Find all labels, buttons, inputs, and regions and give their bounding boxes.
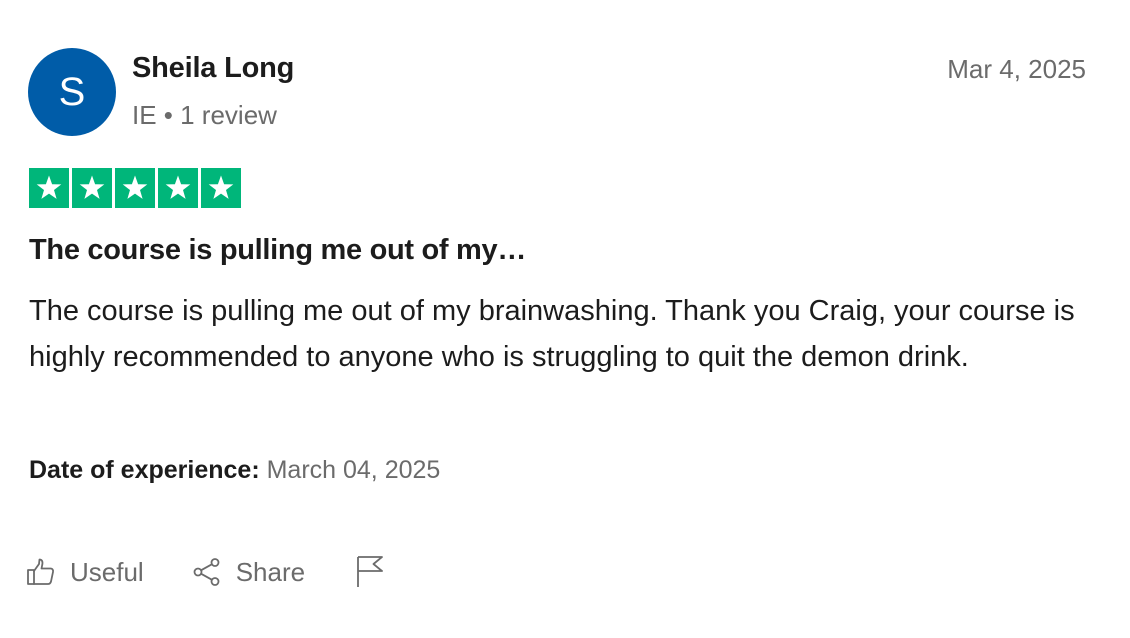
- review-title[interactable]: The course is pulling me out of my…: [29, 234, 526, 267]
- thumbs-up-icon: [27, 558, 55, 585]
- review-date: Mar 4, 2025: [947, 54, 1086, 84]
- review-card: S Sheila Long IE • 1 review Mar 4, 2025 …: [0, 0, 1130, 638]
- date-of-experience: Date of experience: March 04, 2025: [29, 456, 440, 485]
- report-button[interactable]: [355, 555, 385, 589]
- experience-date: March 04, 2025: [266, 456, 441, 484]
- flag-icon: [357, 556, 383, 587]
- share-button[interactable]: Share: [192, 557, 305, 588]
- rating-star: [115, 168, 155, 208]
- rating-star: [201, 168, 241, 208]
- rating-star: [72, 168, 112, 208]
- star-rating: [29, 168, 241, 208]
- star-icon: [165, 175, 191, 199]
- experience-label: Date of experience:: [29, 456, 260, 484]
- reviewer-meta: IE • 1 review: [132, 100, 277, 130]
- avatar[interactable]: S: [28, 48, 116, 136]
- useful-label: Useful: [70, 556, 144, 587]
- rating-star: [29, 168, 69, 208]
- useful-button[interactable]: Useful: [26, 557, 144, 588]
- share-icon: [193, 558, 220, 586]
- star-icon: [208, 175, 234, 199]
- share-label: Share: [235, 556, 306, 587]
- review-body: The course is pulling me out of my brain…: [29, 295, 1075, 373]
- star-icon: [79, 175, 105, 199]
- review-actions: Useful Share: [26, 552, 385, 592]
- star-icon: [122, 175, 148, 199]
- reviewer-name[interactable]: Sheila Long: [132, 52, 294, 85]
- avatar-initial: S: [58, 69, 86, 114]
- rating-star: [158, 168, 198, 208]
- star-icon: [36, 175, 62, 199]
